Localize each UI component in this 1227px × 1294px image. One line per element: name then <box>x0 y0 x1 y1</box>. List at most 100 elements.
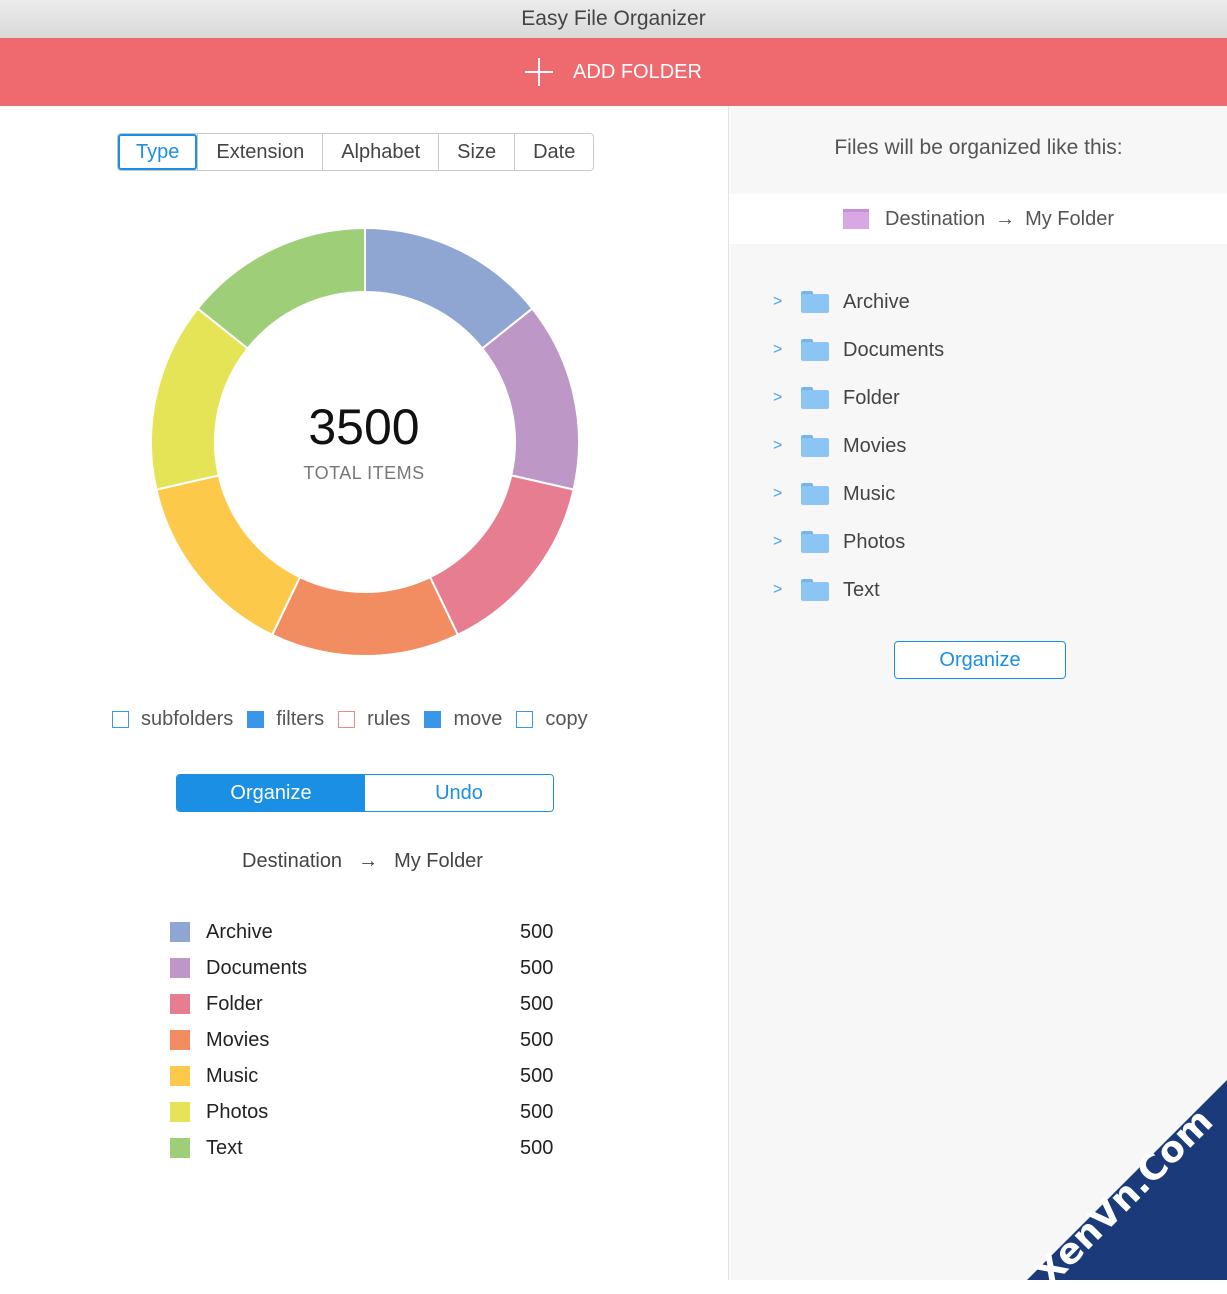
category-count: 500 <box>520 1100 554 1123</box>
chevron-right-icon[interactable]: > <box>773 437 793 455</box>
preview-heading: Files will be organized like this: <box>834 136 1123 159</box>
option-copy[interactable]: copy <box>516 708 588 731</box>
preview-destination-from: Destination <box>885 207 986 230</box>
preview-destination: Destination → My Folder <box>729 194 1227 244</box>
tree-item-label: Folder <box>843 386 900 409</box>
organize-button[interactable]: Organize <box>177 775 365 811</box>
chevron-right-icon[interactable]: > <box>773 485 793 503</box>
chevron-right-icon[interactable]: > <box>773 533 793 551</box>
category-count: 500 <box>520 992 554 1015</box>
category-row: Music 500 <box>170 1058 560 1094</box>
tree-item-label: Music <box>843 482 896 505</box>
action-buttons: Organize Undo <box>176 774 554 812</box>
destination-from: Destination <box>242 850 343 872</box>
left-panel: Type Extension Alphabet Size Date 3500 T… <box>0 106 727 1280</box>
option-label: subfolders <box>141 708 234 730</box>
folder-icon <box>801 291 829 313</box>
tree-item[interactable]: > Photos <box>773 518 944 566</box>
folder-icon <box>801 387 829 409</box>
preview-destination-to: My Folder <box>1025 207 1114 230</box>
destination-path: Destination → My Folder <box>242 850 483 873</box>
category-count: 500 <box>520 956 554 979</box>
tree-item[interactable]: > Movies <box>773 422 944 470</box>
arrow-right-icon: → <box>358 850 379 872</box>
tab-extension[interactable]: Extension <box>197 134 322 170</box>
category-row: Text 500 <box>170 1130 560 1166</box>
category-name: Photos <box>206 1100 269 1123</box>
total-count: 3500 <box>308 399 420 455</box>
checkbox-checked-icon <box>424 711 442 728</box>
category-swatch <box>170 922 190 942</box>
tree-item-label: Documents <box>843 338 945 361</box>
category-count: 500 <box>520 1136 554 1159</box>
folder-icon <box>801 579 829 601</box>
category-count: 500 <box>520 1064 554 1087</box>
folder-icon <box>801 531 829 553</box>
donut-slice-folder <box>428 474 575 637</box>
tab-type[interactable]: Type <box>118 134 197 170</box>
option-subfolders[interactable]: subfolders <box>112 708 233 731</box>
tree-item[interactable]: > Folder <box>773 374 944 422</box>
donut-slice-music <box>155 474 302 637</box>
option-label: filters <box>276 708 325 730</box>
option-rules[interactable]: rules <box>338 708 410 731</box>
add-folder-button[interactable]: ADD FOLDER <box>0 38 1227 106</box>
preview-organize-button[interactable]: Organize <box>894 641 1066 679</box>
category-row: Documents 500 <box>170 950 560 986</box>
tab-alphabet[interactable]: Alphabet <box>322 134 438 170</box>
add-folder-label: ADD FOLDER <box>573 60 702 83</box>
category-swatch <box>170 1102 190 1122</box>
checkbox-checked-icon <box>247 711 265 728</box>
category-name: Movies <box>206 1028 270 1051</box>
chevron-right-icon[interactable]: > <box>773 341 793 359</box>
chevron-right-icon[interactable]: > <box>773 389 793 407</box>
arrow-right-icon: → <box>995 207 1016 230</box>
tree-item[interactable]: > Documents <box>773 326 944 374</box>
tree-item-label: Archive <box>843 290 910 313</box>
tree-item[interactable]: > Text <box>773 566 944 614</box>
donut-slice-movies <box>270 575 460 657</box>
destination-to: My Folder <box>394 850 483 872</box>
category-name: Archive <box>206 920 273 943</box>
undo-button[interactable]: Undo <box>365 775 553 811</box>
category-name: Documents <box>206 956 308 979</box>
category-row: Movies 500 <box>170 1022 560 1058</box>
plus-icon <box>525 58 554 86</box>
group-by-tabs: Type Extension Alphabet Size Date <box>117 133 595 171</box>
category-count: 500 <box>520 1028 554 1051</box>
category-row: Photos 500 <box>170 1094 560 1130</box>
category-swatch <box>170 1138 190 1158</box>
window-title: Easy File Organizer <box>0 0 1227 39</box>
category-swatch <box>170 994 190 1014</box>
tree-item-label: Movies <box>843 434 907 457</box>
folder-icon <box>801 483 829 505</box>
tree-item-label: Photos <box>843 530 906 553</box>
tree-item-label: Text <box>843 578 880 601</box>
folder-icon <box>843 209 870 229</box>
chevron-right-icon[interactable]: > <box>773 581 793 599</box>
category-name: Text <box>206 1136 243 1159</box>
folder-icon <box>801 435 829 457</box>
checkbox-icon <box>338 711 356 728</box>
folder-icon <box>801 339 829 361</box>
options-row: subfolders filters rules move copy <box>112 708 602 731</box>
chevron-right-icon[interactable]: > <box>773 293 793 311</box>
category-swatch <box>170 1066 190 1086</box>
category-row: Folder 500 <box>170 986 560 1022</box>
checkbox-icon <box>112 711 129 728</box>
tree-item[interactable]: > Music <box>773 470 944 518</box>
category-swatch <box>170 1030 190 1050</box>
category-count: 500 <box>520 920 554 943</box>
category-name: Music <box>206 1064 259 1087</box>
tab-date[interactable]: Date <box>514 134 593 170</box>
tab-size[interactable]: Size <box>438 134 514 170</box>
option-filters[interactable]: filters <box>247 708 324 731</box>
checkbox-icon <box>516 711 534 728</box>
folder-tree: > Archive > Documents > Folder > Movies > Music > P… <box>773 278 944 614</box>
category-row: Archive 500 <box>170 914 560 950</box>
category-swatch <box>170 958 190 978</box>
total-label: TOTAL ITEMS <box>303 463 425 483</box>
option-move[interactable]: move <box>424 708 502 731</box>
option-label: move <box>453 708 503 730</box>
tree-item[interactable]: > Archive <box>773 278 944 326</box>
